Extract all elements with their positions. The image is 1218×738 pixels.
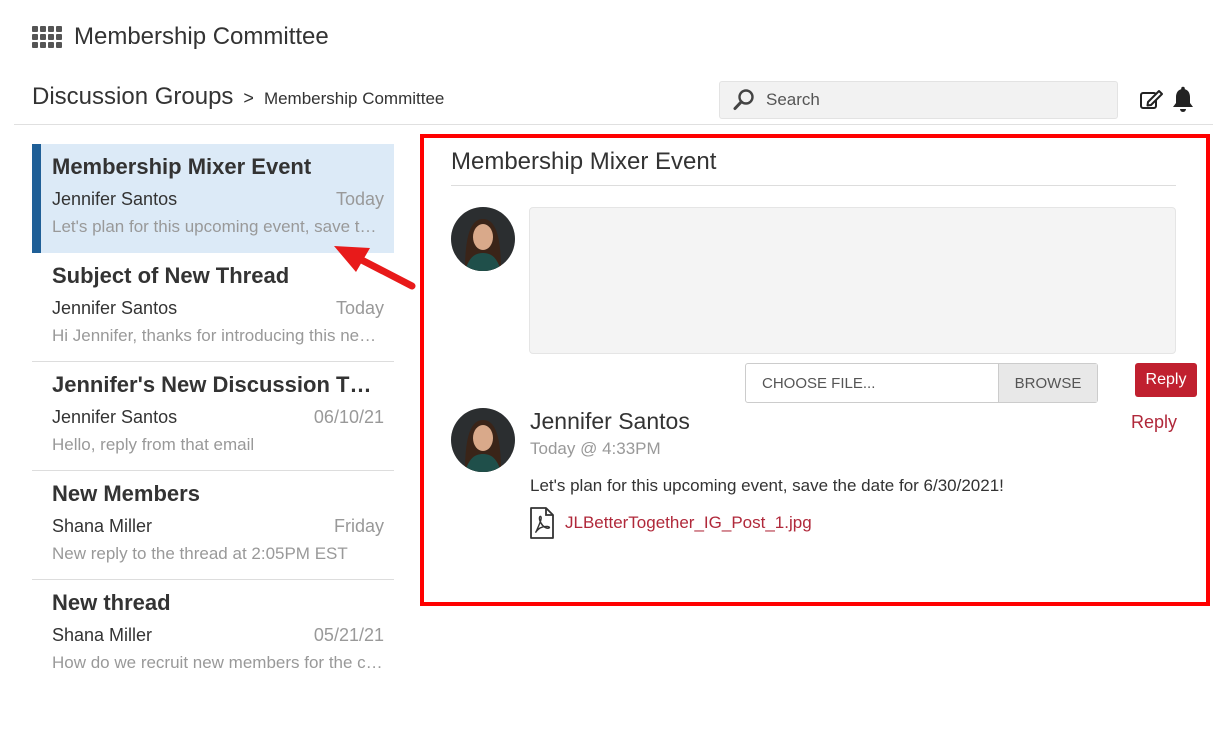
post-timestamp: Today @ 4:33PM (530, 439, 661, 458)
thread-title: Jennifer's New Discussion Thread (52, 372, 384, 397)
thread-item[interactable]: Jennifer's New Discussion Thread Jennife… (32, 362, 394, 471)
app-title: Membership Committee (74, 23, 329, 50)
thread-author: Jennifer Santos (52, 189, 178, 209)
thread-preview: How do we recruit new members for the co… (52, 653, 384, 672)
thread-date: 06/10/21 (313, 407, 384, 427)
browse-button[interactable]: BROWSE (998, 364, 1097, 402)
thread-title: New thread (52, 590, 171, 615)
post-avatar (451, 408, 515, 472)
annotation-arrow (334, 246, 416, 290)
thread-date: 05/21/21 (313, 625, 384, 645)
thread-date: Friday (333, 516, 384, 536)
reply-submit-button[interactable]: Reply (1135, 363, 1197, 397)
thread-preview: Let's plan for this upcoming event, save… (52, 217, 384, 236)
thread-detail-title: Membership Mixer Event (451, 148, 717, 175)
avatar (451, 207, 515, 271)
search-box[interactable] (719, 81, 1118, 119)
thread-list: Membership Mixer Event Jennifer Santos T… (32, 144, 394, 689)
thread-title: New Members (52, 481, 200, 506)
header-divider (14, 124, 1213, 125)
bell-icon[interactable] (1170, 86, 1196, 114)
choose-file-field[interactable]: CHOOSE FILE... (746, 364, 998, 402)
app-launcher-icon[interactable] (32, 26, 62, 48)
thread-item[interactable]: New thread Shana Miller 05/21/21 How do … (32, 580, 394, 689)
thread-preview: Hi Jennifer, thanks for introducing this… (52, 326, 384, 345)
thread-author: Shana Miller (52, 625, 153, 645)
post-body: Let's plan for this upcoming event, save… (530, 476, 1004, 495)
post-reply-link[interactable]: Reply (1131, 412, 1177, 433)
thread-author: Jennifer Santos (52, 298, 178, 318)
thread-item[interactable]: New Members Shana Miller Friday New repl… (32, 471, 394, 580)
thread-author: Shana Miller (52, 516, 153, 536)
attachment-link[interactable]: JLBetterTogether_IG_Post_1.jpg (529, 507, 812, 539)
search-input[interactable] (764, 89, 1098, 111)
thread-detail-panel: Membership Mixer Event CHOOSE FILE... BR… (420, 134, 1210, 606)
breadcrumb-separator: > (243, 87, 254, 108)
thread-preview: Hello, reply from that email (52, 435, 255, 454)
pdf-file-icon (530, 507, 554, 539)
thread-title: Membership Mixer Event (52, 154, 312, 179)
title-divider (451, 185, 1176, 186)
thread-item-active[interactable]: Membership Mixer Event Jennifer Santos T… (32, 144, 394, 253)
header-actions (1138, 86, 1196, 114)
search-icon (733, 89, 754, 110)
compose-icon[interactable] (1138, 87, 1164, 113)
breadcrumb-current: Membership Committee (263, 88, 445, 108)
attachment-filename[interactable]: JLBetterTogether_IG_Post_1.jpg (565, 513, 812, 533)
breadcrumb-root-link[interactable]: Discussion Groups (32, 83, 233, 111)
post-author: Jennifer Santos (530, 408, 690, 434)
thread-author: Jennifer Santos (52, 407, 178, 427)
thread-date: Today (335, 189, 384, 209)
breadcrumb: Discussion Groups > Membership Committee (32, 82, 444, 112)
app-header: Membership Committee (32, 22, 329, 52)
reply-textarea[interactable] (529, 207, 1176, 354)
thread-date: Today (335, 298, 384, 318)
file-chooser[interactable]: CHOOSE FILE... BROWSE (745, 363, 1098, 403)
thread-preview: New reply to the thread at 2:05PM EST (52, 544, 348, 563)
